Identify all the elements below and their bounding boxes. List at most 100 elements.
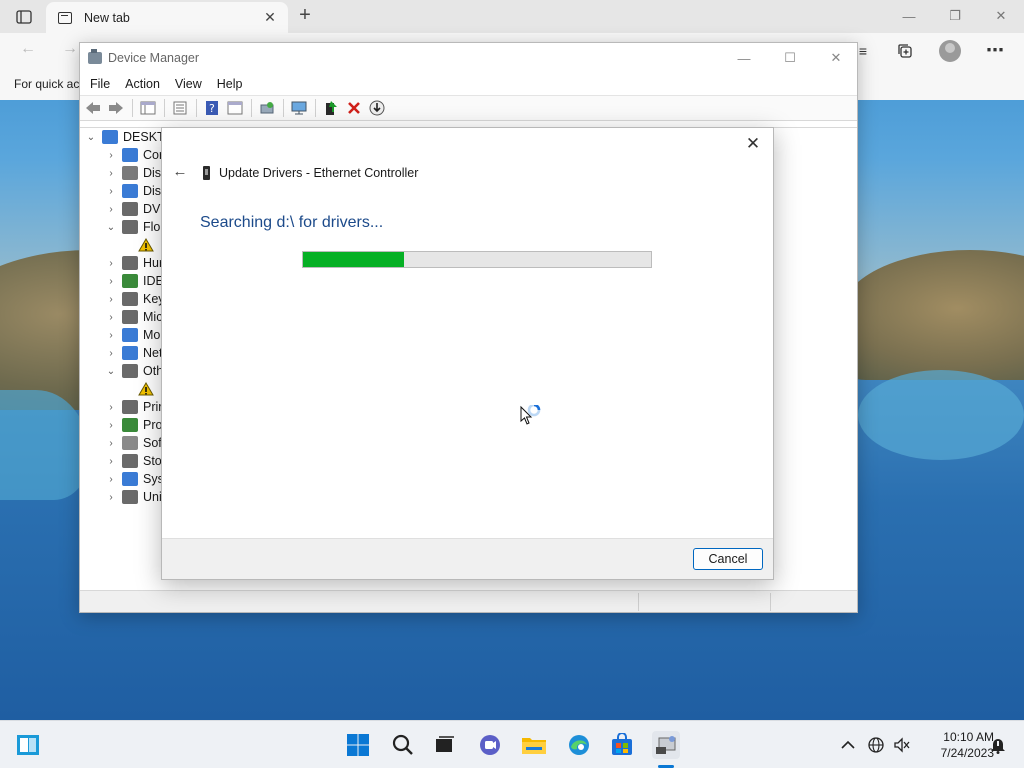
dm-maximize-button[interactable]: ☐ — [767, 46, 813, 70]
update-driver-icon[interactable] — [320, 98, 342, 118]
monitor-icon[interactable] — [288, 98, 310, 118]
chat-icon[interactable] — [476, 731, 504, 759]
back-arrow-icon[interactable]: ← — [16, 40, 40, 62]
chevron-down-icon[interactable]: ⌄ — [104, 366, 118, 377]
tree-item[interactable]: › Syst — [104, 470, 167, 488]
tree-item-label: Prir — [143, 400, 163, 414]
tree-item[interactable]: › Disp — [104, 182, 168, 200]
chevron-right-icon[interactable]: › — [104, 276, 118, 287]
chevron-right-icon[interactable]: › — [104, 186, 118, 197]
tree-item[interactable]: ⌄ Flop — [104, 218, 167, 236]
toolbar: ? — [80, 95, 857, 121]
tree-item[interactable]: › IDE — [104, 272, 164, 290]
file-explorer-icon[interactable] — [520, 731, 548, 759]
chevron-right-icon[interactable]: › — [104, 168, 118, 179]
printer-icon — [122, 400, 138, 414]
uninstall-device-icon[interactable] — [343, 98, 365, 118]
tree-item[interactable]: ⌄ Oth — [104, 362, 163, 380]
new-tab-button[interactable]: + — [293, 5, 317, 27]
properties-icon[interactable] — [169, 98, 191, 118]
chevron-right-icon[interactable]: › — [104, 402, 118, 413]
wallpaper-water-right — [858, 370, 1024, 460]
browser-close-button[interactable]: ✕ — [978, 4, 1024, 28]
dialog-close-icon[interactable]: ✕ — [739, 132, 767, 156]
tree-item[interactable]: › DVD — [104, 200, 169, 218]
dialog-back-arrow-icon[interactable]: ← — [168, 161, 192, 183]
menu-action[interactable]: Action — [125, 77, 160, 91]
status-bar — [80, 590, 857, 612]
menu-file[interactable]: File — [90, 77, 110, 91]
tree-item[interactable]: › Disk — [104, 164, 167, 182]
clock[interactable]: 10:10 AM 7/24/2023 — [918, 729, 994, 761]
browser-restore-button[interactable]: ❐ — [932, 4, 978, 28]
chevron-down-icon[interactable]: ⌄ — [104, 222, 118, 233]
help-icon[interactable]: ? — [201, 98, 223, 118]
cancel-button[interactable]: Cancel — [693, 548, 763, 570]
view-icon[interactable] — [224, 98, 246, 118]
menu-help[interactable]: Help — [217, 77, 243, 91]
widgets-icon[interactable] — [14, 731, 42, 759]
chevron-right-icon[interactable]: › — [104, 312, 118, 323]
chevron-right-icon[interactable]: › — [104, 474, 118, 485]
show-hide-console-tree-icon[interactable] — [137, 98, 159, 118]
browser-minimize-button[interactable]: — — [886, 4, 932, 28]
scan-hardware-icon[interactable] — [256, 98, 278, 118]
tree-item-label: Uni — [143, 490, 162, 504]
chevron-up-icon[interactable] — [838, 735, 858, 755]
monitor-icon — [122, 328, 138, 342]
tab-close-icon[interactable]: ✕ — [260, 9, 280, 26]
tree-item[interactable]: › Net — [104, 344, 162, 362]
chevron-right-icon[interactable]: › — [104, 294, 118, 305]
tree-item[interactable]: › Hur — [104, 254, 163, 272]
software-icon — [122, 436, 138, 450]
dm-minimize-button[interactable]: — — [721, 46, 767, 70]
start-icon[interactable] — [344, 731, 372, 759]
chevron-right-icon[interactable]: › — [104, 438, 118, 449]
globe-icon[interactable] — [866, 735, 886, 755]
tree-item[interactable]: › Mo — [104, 326, 160, 344]
tree-item[interactable]: › Cor — [104, 146, 163, 164]
enable-device-icon[interactable] — [366, 98, 388, 118]
ide-icon — [122, 274, 138, 288]
network-icon — [122, 346, 138, 360]
edge-icon[interactable] — [565, 731, 593, 759]
more-options-icon[interactable]: ⋯ — [984, 40, 1006, 62]
chevron-right-icon[interactable]: › — [104, 492, 118, 503]
tab-actions-icon[interactable] — [10, 6, 38, 28]
tree-item[interactable] — [120, 380, 159, 398]
chevron-right-icon[interactable]: › — [104, 348, 118, 359]
tree-item[interactable]: › Uni — [104, 488, 162, 506]
collections-icon[interactable] — [893, 39, 917, 63]
dialog-footer: Cancel — [162, 538, 773, 579]
notifications-icon[interactable] — [988, 735, 1008, 755]
tree-item[interactable]: › Pro — [104, 416, 162, 434]
tree-item[interactable] — [120, 236, 159, 254]
tree-item[interactable]: › Key — [104, 290, 165, 308]
back-icon[interactable] — [82, 98, 104, 118]
chevron-right-icon[interactable]: › — [104, 150, 118, 161]
forward-icon[interactable] — [105, 98, 127, 118]
processor-icon — [122, 418, 138, 432]
store-icon[interactable] — [608, 731, 636, 759]
chevron-down-icon[interactable]: ⌄ — [84, 132, 98, 143]
chevron-right-icon[interactable]: › — [104, 204, 118, 215]
chevron-right-icon[interactable]: › — [104, 258, 118, 269]
chevron-right-icon[interactable]: › — [104, 330, 118, 341]
tree-item-label: Mic — [143, 310, 163, 324]
profile-avatar[interactable] — [939, 40, 961, 62]
search-icon[interactable] — [389, 731, 417, 759]
volume-muted-icon[interactable] — [892, 735, 912, 755]
dm-close-button[interactable]: ✕ — [813, 46, 859, 70]
device-manager-icon[interactable] — [652, 731, 680, 759]
tree-item[interactable]: › Prir — [104, 398, 162, 416]
progress-fill — [303, 252, 404, 267]
chevron-right-icon[interactable]: › — [104, 420, 118, 431]
menu-view[interactable]: View — [175, 77, 202, 91]
tree-item-label: Net — [143, 346, 163, 360]
task-view-icon[interactable] — [431, 731, 459, 759]
chevron-right-icon[interactable]: › — [104, 456, 118, 467]
tree-item[interactable]: › Stor — [104, 452, 166, 470]
browser-tab[interactable]: New tab ✕ — [46, 2, 288, 33]
tree-item[interactable]: › Mic — [104, 308, 162, 326]
tree-item[interactable]: › Soft — [104, 434, 165, 452]
